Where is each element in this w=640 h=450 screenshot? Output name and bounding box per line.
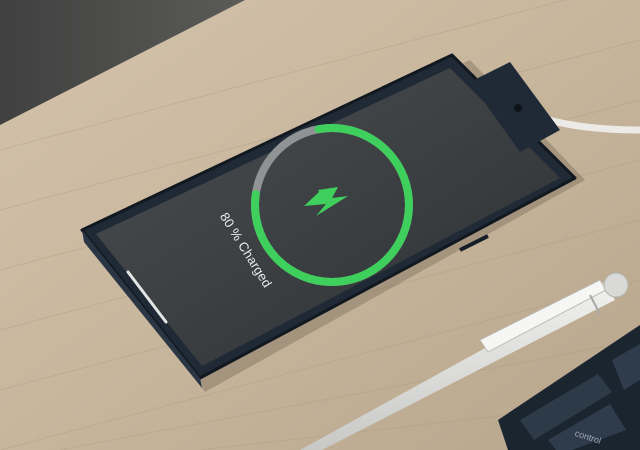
pen-cap-end	[603, 272, 629, 298]
front-camera	[514, 104, 522, 112]
photo-scene	[0, 0, 640, 450]
